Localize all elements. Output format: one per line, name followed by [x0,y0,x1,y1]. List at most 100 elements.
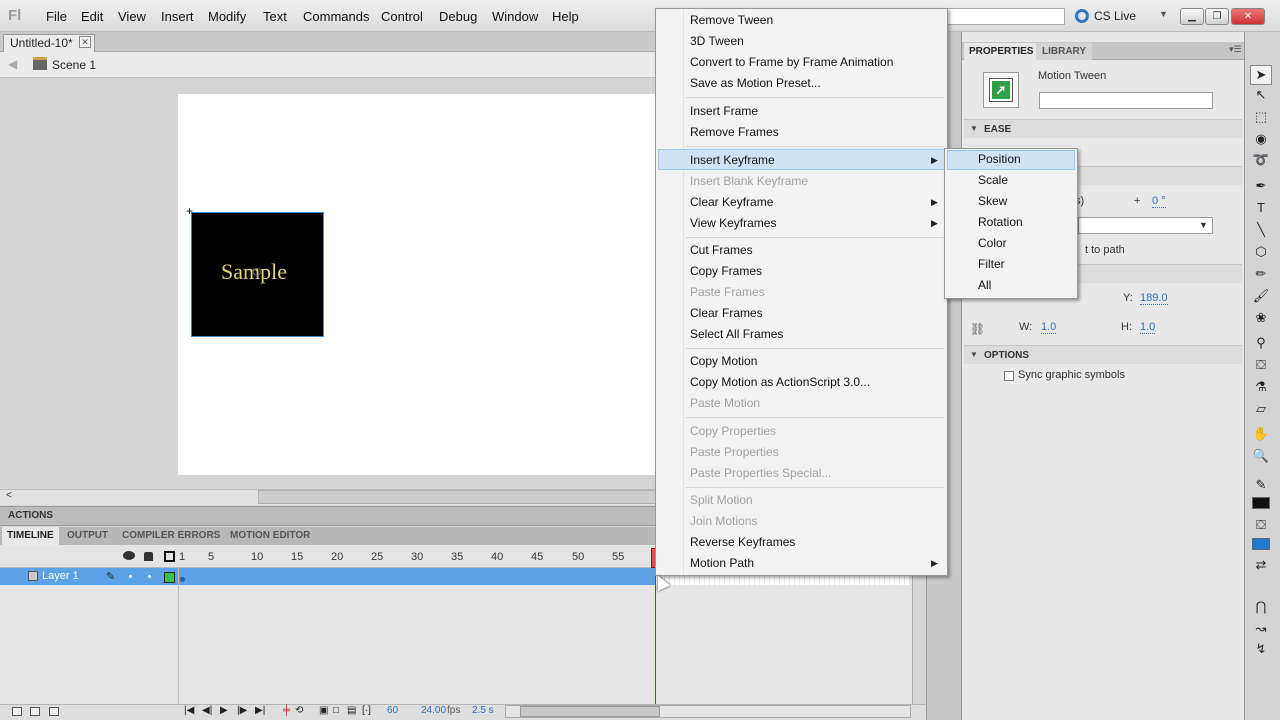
menu-edit[interactable]: Edit [81,9,103,24]
menu-item-copy-motion-as3[interactable]: Copy Motion as ActionScript 3.0... [690,375,870,389]
w-value[interactable]: 1.0 [1041,321,1057,334]
y-value[interactable]: 189.0 [1140,292,1168,305]
zoom-tool-icon[interactable]: 🔍 [1251,447,1271,465]
outline-icon[interactable] [164,551,175,562]
swap-colors-icon[interactable]: ⇄ [1251,556,1271,574]
submenu-item-scale[interactable]: Scale [978,173,1008,187]
close-window-button[interactable]: ✕ [1231,8,1265,25]
menu-item-cut-frames[interactable]: Cut Frames [690,243,753,257]
menu-item-save-motion-preset[interactable]: Save as Motion Preset... [690,76,821,90]
last-frame-icon[interactable]: ▶| [255,705,265,716]
menu-debug[interactable]: Debug [439,9,477,24]
step-back-icon[interactable]: ◀| [202,705,212,716]
delete-layer-icon[interactable] [49,707,59,716]
menu-window[interactable]: Window [492,9,538,24]
sync-checkbox[interactable] [1004,371,1014,381]
menu-file[interactable]: File [46,9,67,24]
tab-compiler-errors[interactable]: COMPILER ERRORS [117,527,225,545]
visibility-dot[interactable] [129,575,132,578]
menu-item-clear-frames[interactable]: Clear Frames [690,306,763,320]
menu-insert[interactable]: Insert [161,9,194,24]
frame-rate[interactable]: 24.00 [421,705,446,716]
chevron-down-icon[interactable]: ▼ [1199,220,1208,230]
submenu-item-skew[interactable]: Skew [978,194,1007,208]
menu-item-copy-frames[interactable]: Copy Frames [690,264,762,278]
3d-rotation-icon[interactable]: ◉ [1251,130,1271,148]
free-transform-icon[interactable]: ⬚ [1251,108,1271,126]
layer-name[interactable]: Layer 1 [42,570,79,582]
pen-icon[interactable]: ✒ [1251,177,1271,195]
keyframe-marker[interactable] [180,577,185,582]
cslive-label[interactable]: CS Live [1094,9,1136,23]
tab-output[interactable]: OUTPUT [62,527,113,545]
fill-color-swatch[interactable] [1252,538,1270,550]
menu-view[interactable]: View [118,9,146,24]
tween-span[interactable] [655,576,910,585]
eye-icon[interactable] [123,551,135,560]
menu-item-insert-keyframe[interactable]: Insert Keyframe [690,153,775,167]
brush-tool-icon[interactable]: 🖌 [1251,287,1271,305]
smooth-icon[interactable]: ↝ [1251,620,1271,638]
stroke-color-swatch[interactable] [1252,497,1270,509]
transform-center-icon[interactable] [253,268,261,276]
panel-menu-icon[interactable]: ▾☰ [1229,44,1242,55]
lock-icon[interactable] [144,552,153,561]
rotation-degrees[interactable]: 0 ° [1152,195,1166,208]
collapse-triangle-icon[interactable]: ▼ [970,124,978,133]
subselection-tool-icon[interactable]: ↖ [1251,86,1271,104]
decorate-tool-icon[interactable]: ❀ [1251,309,1271,327]
layer-row[interactable] [0,568,655,585]
link-icon[interactable]: ⛓ [970,322,985,336]
ease-section-header[interactable]: EASE [964,119,1242,138]
menu-item-remove-frames[interactable]: Remove Frames [690,125,779,139]
lasso-icon[interactable]: ➰ [1251,151,1271,169]
rectangle-tool-icon[interactable]: ⬡ [1251,243,1271,261]
minimize-button[interactable]: ▁ [1180,8,1204,25]
cslive-icon[interactable] [1075,9,1089,23]
onion-outline-icon[interactable]: □ [333,705,339,716]
step-forward-icon[interactable]: |▶ [237,705,247,716]
menu-help[interactable]: Help [552,9,579,24]
first-frame-icon[interactable]: |◀ [184,705,194,716]
center-frame-icon[interactable]: ╪ [283,705,290,716]
tab-library[interactable]: LIBRARY [1036,43,1093,60]
snap-magnet-icon[interactable]: ⋂ [1251,598,1271,616]
restore-button[interactable]: ❐ [1205,8,1229,25]
submenu-item-rotation[interactable]: Rotation [978,215,1023,229]
sync-label[interactable]: Sync graphic symbols [1018,369,1125,381]
eyedropper-icon[interactable]: ⚗ [1251,378,1271,396]
menu-item-remove-tween[interactable]: Remove Tween [690,13,773,27]
new-folder-icon[interactable] [30,707,40,716]
line-tool-icon[interactable]: ╲ [1251,221,1271,239]
tab-motion-editor[interactable]: MOTION EDITOR [225,527,315,545]
edit-multiple-frames-icon[interactable]: ▤ [347,705,356,716]
stroke-color-pencil-icon[interactable]: ✎ [1251,476,1271,494]
fill-color-bucket-icon[interactable]: ⛋ [1251,516,1271,534]
menu-item-copy-motion[interactable]: Copy Motion [690,354,757,368]
timeline-scroll-thumb[interactable] [520,706,660,717]
options-section-header[interactable]: OPTIONS [964,345,1242,364]
menu-control[interactable]: Control [381,9,423,24]
direction-dropdown[interactable] [1078,217,1213,234]
menu-item-motion-path[interactable]: Motion Path [690,556,754,570]
back-arrow-icon[interactable]: ◀ [8,57,17,71]
menu-item-insert-frame[interactable]: Insert Frame [690,104,758,118]
tab-timeline[interactable]: TIMELINE [2,527,59,545]
menu-text[interactable]: Text [263,9,287,24]
menu-item-reverse-keyframes[interactable]: Reverse Keyframes [690,535,795,549]
menu-item-convert-frame-by-frame[interactable]: Convert to Frame by Frame Animation [690,55,893,69]
menu-item-clear-keyframe[interactable]: Clear Keyframe [690,195,773,209]
straighten-icon[interactable]: ↯ [1251,640,1271,658]
scroll-left-icon[interactable]: < [6,490,12,501]
eraser-icon[interactable]: ▱ [1251,400,1271,418]
modify-markers-icon[interactable]: [·] [362,705,371,716]
pencil-tool-icon[interactable]: ✏ [1251,265,1271,283]
actions-label[interactable]: ACTIONS [8,510,53,521]
layer-outline-color[interactable] [164,572,175,583]
tab-properties[interactable]: PROPERTIES [964,43,1039,60]
chevron-down-icon[interactable]: ▼ [1159,9,1168,19]
search-input[interactable] [946,8,1065,25]
scene-label[interactable]: Scene 1 [52,58,96,72]
h-value[interactable]: 1.0 [1140,321,1156,334]
menu-item-view-keyframes[interactable]: View Keyframes [690,216,776,230]
